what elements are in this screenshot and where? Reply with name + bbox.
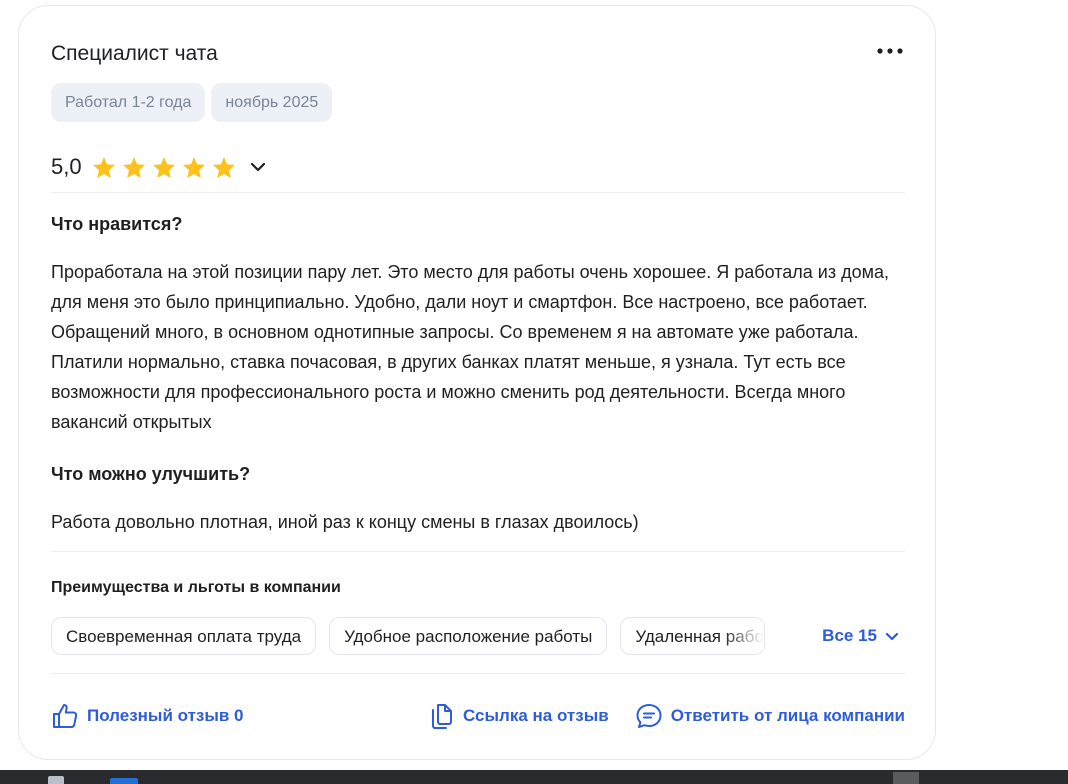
improve-text: Работа довольно плотная, иной раз к конц… bbox=[51, 512, 639, 532]
likes-text: Проработала на этой позиции пару лет. Эт… bbox=[51, 262, 889, 432]
reply-label: Ответить от лица компании bbox=[670, 706, 905, 725]
rating-row: 5,0 bbox=[51, 152, 266, 182]
show-all-perks-button[interactable]: Все 15 bbox=[822, 617, 899, 655]
divider bbox=[51, 551, 905, 552]
show-all-perks-label: Все 15 bbox=[822, 626, 877, 645]
chevron-down-icon bbox=[885, 632, 899, 640]
copy-link-icon bbox=[432, 704, 452, 729]
rating-expand-button[interactable] bbox=[250, 162, 266, 172]
rating-stars bbox=[92, 156, 236, 179]
divider bbox=[51, 673, 905, 674]
star-icon bbox=[122, 156, 145, 178]
thumbs-up-icon bbox=[53, 704, 78, 728]
star-icon bbox=[92, 156, 115, 178]
taskbar-app-icon[interactable] bbox=[110, 778, 138, 784]
perks-list: Своевременная оплата труда Удобное распо… bbox=[51, 617, 766, 655]
taskbar-app-icon[interactable] bbox=[48, 776, 64, 784]
taskbar-app-icon[interactable] bbox=[893, 772, 919, 784]
perk-chip: Своевременная оплата труда bbox=[51, 617, 317, 655]
chat-bubble-icon bbox=[636, 704, 662, 728]
review-card: Специалист чата Работал 1-2 года ноябрь … bbox=[18, 5, 936, 760]
rating-value: 5,0 bbox=[51, 154, 82, 179]
more-icon bbox=[877, 48, 903, 54]
divider bbox=[51, 192, 905, 193]
star-icon bbox=[152, 156, 175, 178]
copy-link-label: Ссылка на отзыв bbox=[463, 706, 609, 725]
helpful-button[interactable]: Полезный отзыв 0 bbox=[51, 702, 244, 730]
review-tags: Работал 1-2 года ноябрь 2025 bbox=[51, 83, 333, 122]
chevron-down-icon bbox=[250, 162, 265, 172]
copy-link-button[interactable]: Ссылка на отзыв bbox=[429, 702, 609, 730]
likes-heading: Что нравится? bbox=[51, 214, 183, 234]
perk-chip: Удаленная работа bbox=[620, 617, 766, 655]
review-actions: Полезный отзыв 0 Ссылка на отзыв Ответит… bbox=[51, 702, 905, 734]
tag-experience: Работал 1-2 года bbox=[51, 83, 206, 122]
star-icon bbox=[182, 156, 205, 178]
tag-date: ноябрь 2025 bbox=[211, 83, 333, 122]
more-options-button[interactable] bbox=[875, 38, 905, 64]
perk-chip: Удобное расположение работы bbox=[329, 617, 608, 655]
review-title: Специалист чата bbox=[51, 42, 218, 65]
perks-title: Преимущества и льготы в компании bbox=[51, 579, 341, 596]
helpful-label: Полезный отзыв 0 bbox=[87, 706, 244, 725]
star-icon bbox=[212, 156, 235, 178]
reply-as-company-button[interactable]: Ответить от лица компании bbox=[635, 702, 905, 730]
improve-heading: Что можно улучшить? bbox=[51, 464, 251, 484]
